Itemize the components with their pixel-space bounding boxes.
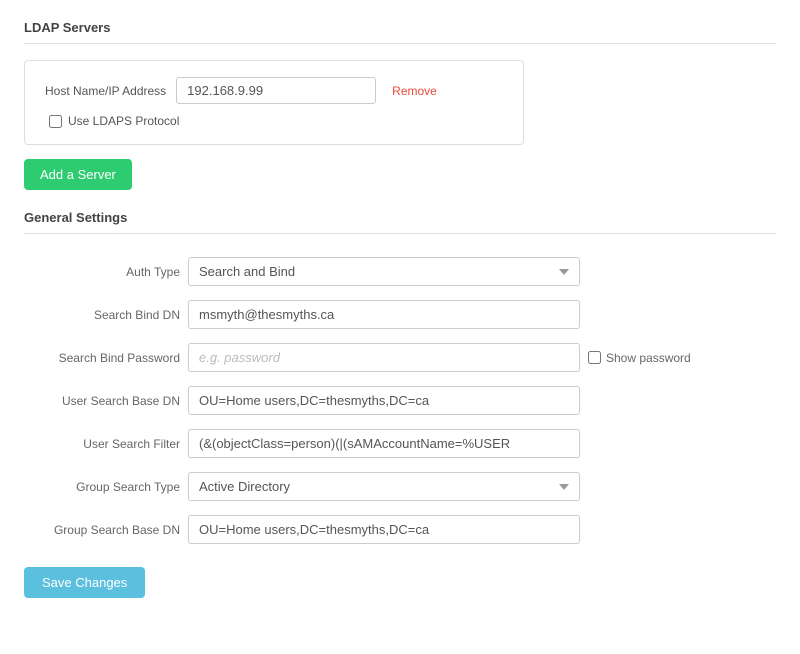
ldap-servers-title: LDAP Servers [24, 20, 776, 35]
ldaps-checkbox[interactable] [49, 115, 62, 128]
search-bind-dn-cell [184, 293, 584, 336]
settings-form: Auth Type Search and BindDirect BindSimp… [24, 250, 776, 551]
show-password-row: Show password [588, 351, 772, 365]
user-search-filter-input[interactable] [188, 429, 580, 458]
group-search-type-cell: Active DirectoryPOSIX GroupsMember DN [184, 465, 584, 508]
user-search-base-dn-input[interactable] [188, 386, 580, 415]
remove-link[interactable]: Remove [392, 84, 437, 98]
ldap-servers-section: LDAP Servers Host Name/IP Address Remove… [24, 20, 776, 210]
search-bind-password-cell [184, 336, 584, 379]
add-server-button[interactable]: Add a Server [24, 159, 132, 190]
search-bind-password-input[interactable] [188, 343, 580, 372]
save-changes-button[interactable]: Save Changes [24, 567, 145, 598]
section-divider-2 [24, 233, 776, 234]
search-bind-dn-input[interactable] [188, 300, 580, 329]
group-search-type-row: Group Search Type Active DirectoryPOSIX … [24, 465, 776, 508]
ldaps-label: Use LDAPS Protocol [68, 114, 179, 128]
user-search-base-dn-cell [184, 379, 584, 422]
auth-type-cell: Search and BindDirect BindSimple [184, 250, 584, 293]
auth-type-select[interactable]: Search and BindDirect BindSimple [188, 257, 580, 286]
search-bind-dn-row: Search Bind DN [24, 293, 776, 336]
show-password-label: Show password [606, 351, 691, 365]
group-search-type-label: Group Search Type [24, 465, 184, 508]
general-settings-section: General Settings Auth Type Search and Bi… [24, 210, 776, 598]
general-settings-title: General Settings [24, 210, 776, 225]
show-password-cell: Show password [584, 336, 776, 379]
search-bind-password-label: Search Bind Password [24, 336, 184, 379]
user-search-filter-cell [184, 422, 584, 465]
group-search-base-dn-cell [184, 508, 584, 551]
user-search-base-dn-label: User Search Base DN [24, 379, 184, 422]
auth-type-row: Auth Type Search and BindDirect BindSimp… [24, 250, 776, 293]
auth-type-label: Auth Type [24, 250, 184, 293]
server-box: Host Name/IP Address Remove Use LDAPS Pr… [24, 60, 524, 145]
search-bind-dn-label: Search Bind DN [24, 293, 184, 336]
group-search-base-dn-input[interactable] [188, 515, 580, 544]
group-search-type-select[interactable]: Active DirectoryPOSIX GroupsMember DN [188, 472, 580, 501]
server-host-row: Host Name/IP Address Remove [45, 77, 503, 104]
group-search-base-dn-label: Group Search Base DN [24, 508, 184, 551]
search-bind-password-row: Search Bind Password Show password [24, 336, 776, 379]
user-search-filter-row: User Search Filter [24, 422, 776, 465]
show-password-checkbox[interactable] [588, 351, 601, 364]
section-divider-1 [24, 43, 776, 44]
ldaps-row: Use LDAPS Protocol [45, 114, 503, 128]
host-label: Host Name/IP Address [45, 84, 166, 98]
user-search-base-dn-row: User Search Base DN [24, 379, 776, 422]
user-search-filter-label: User Search Filter [24, 422, 184, 465]
group-search-base-dn-row: Group Search Base DN [24, 508, 776, 551]
host-input[interactable] [176, 77, 376, 104]
